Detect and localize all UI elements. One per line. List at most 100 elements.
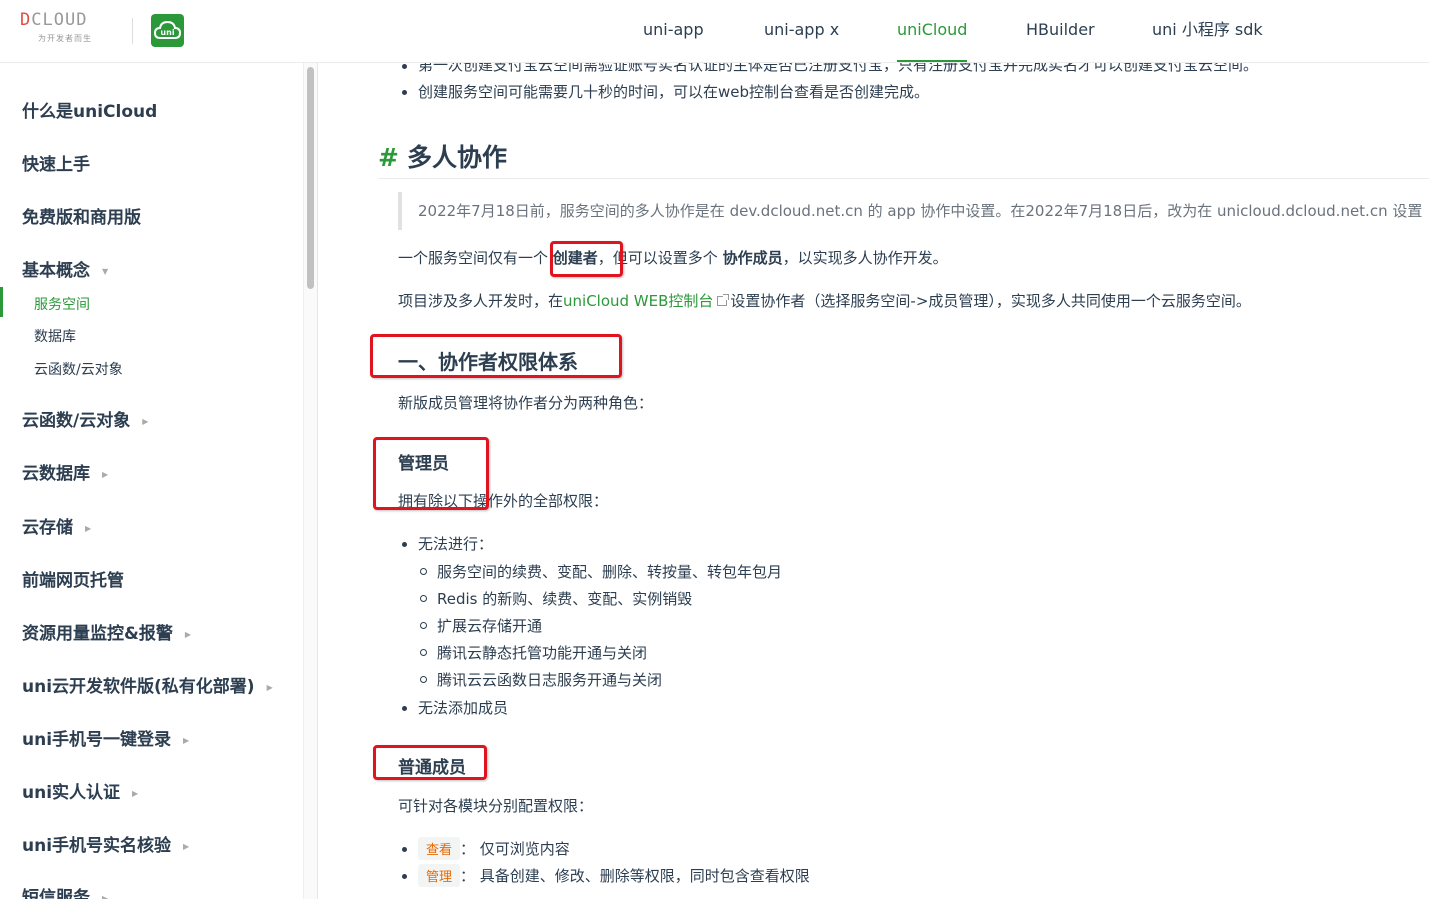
bullet [402,847,407,852]
bullet [420,649,427,656]
list-item: 查看： 仅可浏览内容 [418,837,570,860]
highlight-box-permission-heading [370,334,622,378]
list-item: 无法添加成员 [418,699,509,717]
sidebar-item-real-name-auth[interactable]: uni实人认证 ▶ [22,778,138,803]
bullet [420,568,427,575]
uni-cloud-logo-icon[interactable]: uni [151,14,184,47]
sidebar-item-private-deploy[interactable]: uni云开发软件版(私有化部署) ▶ [22,672,273,697]
bullet [420,595,427,602]
text-fragment: 设置协作者（选择服务空间->成员管理），实现多人共同使用一个云服务空间。 [730,292,1251,310]
bullet [402,90,407,95]
sidebar-item-label: uni手机号实名核验 [22,836,172,856]
sidebar-item-label: uni云开发软件版(私有化部署) [22,677,255,697]
list-item: 腾讯云静态托管功能开通与关闭 [437,644,648,662]
main-content: 第一次创建支付宝云空间需验证账号实名认证的主体是否已注册支付宝，只有注册支付宝并… [318,63,1429,899]
note-blockquote: 2022年7月18日前，服务空间的多人协作是在 dev.dcloud.net.c… [398,192,1429,230]
section-heading-collaboration: # 多人协作 [378,138,507,174]
sidebar-item-quick-start[interactable]: 快速上手 [22,150,90,175]
sidebar-item-label: 什么是uniCloud [22,102,158,122]
sidebar-item-one-click-login[interactable]: uni手机号一键登录 ▶ [22,725,189,750]
highlight-box-admin [373,437,489,510]
bullet [402,706,407,711]
sidebar-item-what-is-unicloud[interactable]: 什么是uniCloud [22,97,157,122]
sidebar-item-label: 云数据库 [22,464,90,484]
nav-unicloud[interactable]: uniCloud [897,0,968,62]
external-link-icon [717,294,730,306]
anchor-hash-link[interactable]: # [378,143,399,172]
list-item-text: ： 仅可浏览内容 [460,840,570,858]
bullet [402,542,407,547]
paragraph-web-console: 项目涉及多人开发时，在uniCloud WEB控制台 设置协作者（选择服务空间->… [398,290,1251,311]
sidebar-item-free-commercial[interactable]: 免费版和商用版 [22,203,141,228]
list-item: 无法进行： [418,535,494,553]
top-header: DCLOUD 为开发者而生 uni uni-app uni-app x uniC… [0,0,1429,63]
dcloud-logo-slogan: 为开发者而生 [38,34,92,43]
sidebar-item-label: uni手机号一键登录 [22,730,172,750]
list-item-text: ： 具备创建、修改、删除等权限，同时包含查看权限 [460,867,810,885]
heading-divider [378,178,1429,179]
sidebar-subitem-cloud-function[interactable]: 云函数/云对象 [34,359,123,379]
sidebar-item-label: 短信服务 [22,888,90,899]
sidebar-item-label: uni实人认证 [22,783,121,803]
dcloud-logo[interactable]: DCLOUD 为开发者而生 [20,10,116,50]
text-fragment: ，以实现多人协作开发。 [782,249,948,267]
paragraph-member-desc: 可针对各模块分别配置权限： [398,797,594,815]
list-item: 创建服务空间可能需要几十秒的时间，可以在web控制台查看是否创建完成。 [418,83,930,101]
dcloud-logo-text: DCLOUD [20,10,88,30]
list-item: 第一次创建支付宝云空间需验证账号实名认证的主体是否已注册支付宝，只有注册支付宝并… [418,63,1259,74]
sidebar-item-label: 快速上手 [22,155,90,175]
chevron-right-icon: ▶ [85,523,92,533]
sidebar-item-basic-concepts[interactable]: 基本概念 ▼ [22,256,108,281]
highlight-box-member [373,745,487,780]
sidebar-item-usage-monitoring[interactable]: 资源用量监控&报警 ▶ [22,619,191,644]
list-item: 腾讯云云函数日志服务开通与关闭 [437,671,663,689]
list-item: 服务空间的续费、变配、删除、转按量、转包年包月 [437,563,783,581]
tag-view: 查看 [418,837,461,860]
sidebar-item-cloud-storage[interactable]: 云存储 ▶ [22,513,91,538]
list-item: 扩展云存储开通 [437,617,543,635]
nav-hbuilder[interactable]: HBuilder [1026,0,1095,62]
chevron-right-icon: ▶ [102,469,109,479]
header-divider [132,18,133,44]
sidebar-item-cloud-database[interactable]: 云数据库 ▶ [22,459,108,484]
sidebar-item-web-hosting[interactable]: 前端网页托管 [22,566,124,591]
text-fragment: 一个服务空间仅有一个 [398,249,553,267]
uni-logo-text: uni [160,28,174,37]
paragraph-creator: 一个服务空间仅有一个 创建者，但可以设置多个 协作成员，以实现多人协作开发。 [398,247,948,268]
list-item: 管理： 具备创建、修改、删除等权限，同时包含查看权限 [418,864,810,887]
chevron-right-icon: ▶ [183,841,190,851]
sidebar-subitem-service-space[interactable]: 服务空间 [34,294,90,314]
note-text: 2022年7月18日前，服务空间的多人协作是在 dev.dcloud.net.c… [418,202,1423,220]
sidebar-active-indicator [0,287,3,317]
chevron-down-icon: ▼ [102,266,109,276]
chevron-right-icon: ▶ [132,788,139,798]
nav-uni-app[interactable]: uni-app [643,0,704,62]
sidebar: 什么是uniCloud 快速上手 免费版和商用版 基本概念 ▼ 服务空间 数据库 … [0,63,303,899]
sidebar-scrollbar[interactable] [303,63,318,899]
tag-manage: 管理 [418,864,461,887]
sidebar-item-label: 资源用量监控&报警 [22,624,173,644]
bullet [420,676,427,683]
sidebar-item-phone-verify[interactable]: uni手机号实名核验 ▶ [22,831,189,856]
sidebar-subitem-database[interactable]: 数据库 [34,326,76,346]
chevron-right-icon: ▶ [266,682,273,692]
sidebar-item-label: 基本概念 [22,261,90,281]
section-heading-text: 多人协作 [406,143,507,172]
sidebar-item-label: 云存储 [22,518,73,538]
sidebar-item-label: 前端网页托管 [22,571,124,591]
sidebar-scrollbar-thumb[interactable] [307,67,314,289]
unicloud-web-console-link[interactable]: uniCloud WEB控制台 [563,292,713,310]
chevron-right-icon: ▶ [102,893,109,899]
sidebar-item-sms[interactable]: 短信服务 ▶ [22,883,108,899]
nav-uni-app-x[interactable]: uni-app x [764,0,839,62]
nav-uni-mp-sdk[interactable]: uni 小程序 sdk [1152,0,1263,62]
chevron-right-icon: ▶ [183,735,190,745]
sidebar-item-label: 云函数/云对象 [22,411,131,431]
list-item: Redis 的新购、续费、变配、实例销毁 [437,590,693,608]
bullet [402,874,407,879]
text-fragment: 项目涉及多人开发时，在 [398,292,564,310]
bullet [420,622,427,629]
highlight-box-creator [550,241,623,277]
sidebar-item-cloud-function[interactable]: 云函数/云对象 ▶ [22,406,148,431]
sidebar-item-label: 免费版和商用版 [22,208,141,228]
